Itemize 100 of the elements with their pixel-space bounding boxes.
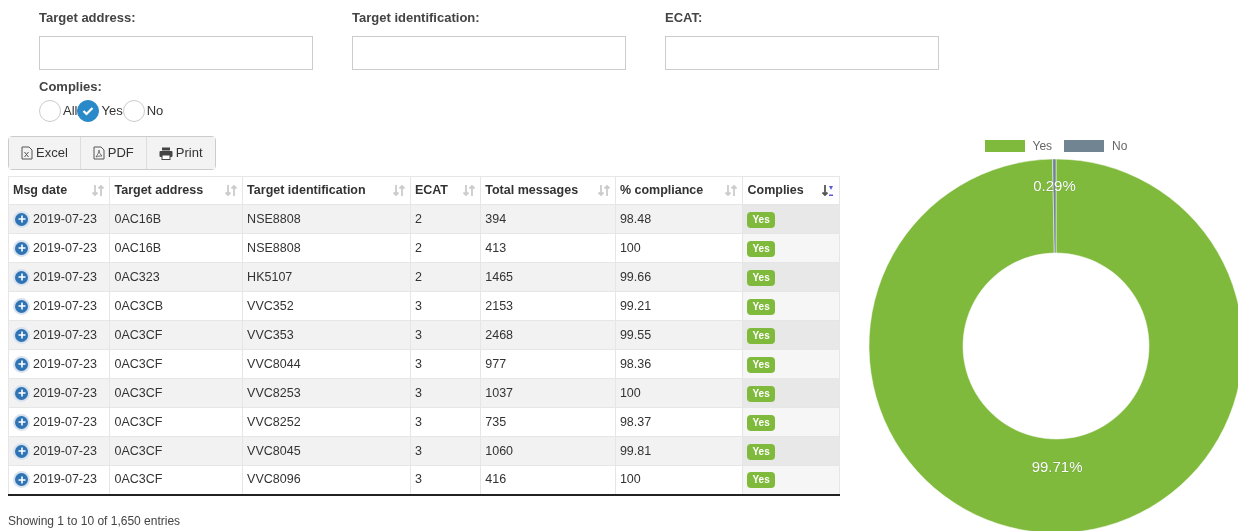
table-cell: 977	[485, 356, 507, 371]
expand-row-icon[interactable]	[13, 413, 30, 431]
text-input[interactable]	[665, 35, 939, 70]
table-cell: 2	[414, 240, 422, 255]
export-button[interactable]: Print	[145, 137, 215, 169]
table-cell: VVC8044	[247, 356, 301, 371]
radio-button[interactable]	[39, 100, 61, 122]
table-cell: 735	[485, 414, 507, 429]
table-cell: VVC8096	[247, 472, 301, 487]
table-cell: 0AC3CF	[114, 472, 163, 487]
table-cell-text: 2019-07-23	[33, 297, 97, 315]
status-badge: Yes	[747, 298, 775, 315]
expand-row-icon[interactable]	[13, 239, 30, 257]
expand-row-icon[interactable]	[13, 384, 30, 402]
table-cell: 100	[619, 385, 641, 400]
status-badge: Yes	[747, 327, 775, 344]
checkmark-icon	[82, 106, 95, 116]
expand-row-icon[interactable]	[13, 210, 30, 228]
table-cell: HK5107	[247, 269, 293, 284]
status-badge: Yes	[747, 269, 775, 286]
expand-row-icon[interactable]	[13, 442, 30, 460]
expand-row-icon[interactable]	[13, 471, 30, 489]
radio-option[interactable]: All	[39, 100, 78, 122]
column-header[interactable]: Total messages	[480, 176, 616, 205]
expand-row-icon[interactable]	[13, 268, 30, 286]
table-cell-text: 2019-07-23	[33, 471, 97, 489]
text-input[interactable]	[39, 35, 313, 70]
table-cell: VVC8253	[247, 385, 301, 400]
radio-button[interactable]	[77, 100, 100, 122]
table-cell: 2	[414, 211, 422, 226]
table-cell: 2468	[485, 327, 514, 342]
table-cell-text: 2019-07-23	[33, 413, 97, 431]
donut-slice[interactable]	[868, 158, 1238, 531]
table-cell: 3	[414, 385, 422, 400]
table-cell: 3	[414, 327, 422, 342]
column-header[interactable]: Target address	[110, 176, 243, 205]
table-cell: 2153	[485, 298, 514, 313]
table-cell-text: 2019-07-23	[33, 384, 97, 402]
table-cell: 394	[485, 211, 507, 226]
status-badge: Yes	[747, 443, 775, 460]
column-header[interactable]: Target identification	[242, 176, 411, 205]
status-badge: Yes	[747, 385, 775, 402]
table-cell: 413	[485, 240, 507, 255]
table-cell: 98.48	[619, 211, 652, 226]
table-cell: 0AC3CB	[114, 298, 164, 313]
column-header[interactable]: Msg date	[8, 176, 110, 205]
table-cell: 3	[414, 472, 422, 487]
printer-icon	[158, 146, 173, 160]
status-badge: Yes	[747, 356, 775, 373]
table-cell-text: 2019-07-23	[33, 355, 97, 373]
legend-label[interactable]: Yes	[1032, 137, 1053, 155]
table-cell: 1037	[485, 385, 514, 400]
table-cell: 100	[619, 240, 641, 255]
table-cell: 99.66	[619, 269, 652, 284]
status-badge: Yes	[747, 240, 775, 257]
table-cell: 3	[414, 356, 422, 371]
table-cell: 99.55	[619, 327, 652, 342]
table-cell: 0AC16B	[114, 240, 162, 255]
table-cell: 1465	[485, 269, 514, 284]
table-cell: VVC352	[247, 298, 294, 313]
column-header[interactable]: % compliance	[615, 176, 743, 205]
table-cell: NSE8808	[247, 211, 301, 226]
status-badge: Yes	[747, 414, 775, 431]
table-cell: 99.21	[619, 298, 652, 313]
table-cell: VVC8045	[247, 443, 301, 458]
table-cell: 0AC323	[114, 269, 160, 284]
table-cell: 0AC3CF	[114, 356, 163, 371]
table-cell: 100	[619, 472, 641, 487]
expand-row-icon[interactable]	[13, 326, 30, 344]
table-cell: 2	[414, 269, 422, 284]
spreadsheet-file-icon	[21, 146, 33, 160]
expand-row-icon[interactable]	[13, 297, 30, 315]
field-label: Target identification:	[352, 9, 481, 27]
table-cell: 0AC3CF	[114, 443, 163, 458]
expand-row-icon[interactable]	[13, 355, 30, 373]
radio-option[interactable]: Yes	[77, 100, 123, 122]
table-cell: 1060	[485, 443, 514, 458]
status-badge: Yes	[747, 211, 775, 228]
table-cell: VVC8252	[247, 414, 301, 429]
slice-value-label: 99.71%	[1031, 458, 1083, 475]
table-cell-text: 2019-07-23	[33, 210, 97, 228]
table-cell: 3	[414, 443, 422, 458]
table-cell: 98.37	[619, 414, 652, 429]
table-cell-text: 2019-07-23	[33, 268, 97, 286]
text-input[interactable]	[352, 35, 626, 70]
table-cell-text: 2019-07-23	[33, 239, 97, 257]
radio-option[interactable]: No	[122, 100, 164, 122]
field-label: ECAT:	[665, 9, 704, 27]
table-cell: NSE8808	[247, 240, 301, 255]
column-header[interactable]: ECAT	[410, 176, 481, 205]
status-badge: Yes	[747, 472, 775, 489]
table-cell: 0AC16B	[114, 211, 162, 226]
table-cell: 0AC3CF	[114, 385, 163, 400]
legend-label[interactable]: No	[1112, 137, 1128, 155]
radio-button[interactable]	[122, 100, 145, 122]
table-cell: 0AC3CF	[114, 327, 163, 342]
column-header[interactable]: Complies	[743, 176, 840, 205]
table-cell: 3	[414, 298, 422, 313]
table-cell: 416	[485, 472, 507, 487]
table-cell-text: 2019-07-23	[33, 442, 97, 460]
